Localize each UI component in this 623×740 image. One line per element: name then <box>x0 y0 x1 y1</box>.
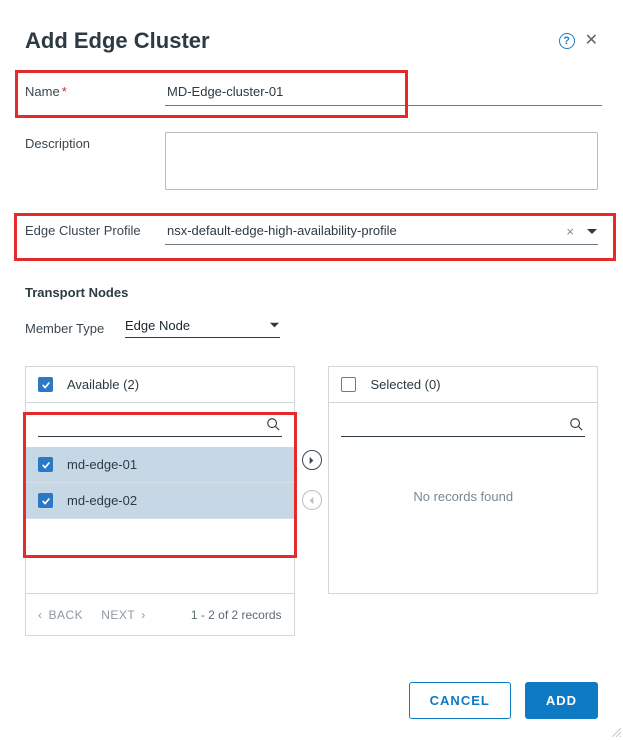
add-edge-cluster-dialog: Add Edge Cluster ? ✕ Name* Description E… <box>0 0 623 739</box>
move-left-button[interactable] <box>302 490 322 510</box>
member-type-value: Edge Node <box>125 318 269 333</box>
chevron-down-icon[interactable] <box>586 226 598 238</box>
selected-panel: Selected (0) No records found <box>328 366 598 594</box>
move-right-button[interactable] <box>302 450 322 470</box>
next-button[interactable]: NEXT <box>101 608 135 622</box>
selected-header: Selected (0) <box>329 367 597 403</box>
selected-select-all-checkbox[interactable] <box>341 377 356 392</box>
transfer-buttons <box>295 366 329 510</box>
available-panel: Available (2) md-ed <box>25 366 295 636</box>
item-label: md-edge-01 <box>67 457 137 472</box>
selected-search[interactable] <box>341 415 585 437</box>
prev-page-icon[interactable]: ‹ <box>38 608 43 622</box>
close-icon[interactable]: ✕ <box>585 33 598 49</box>
available-header: Available (2) <box>26 367 294 403</box>
selected-header-label: Selected (0) <box>370 377 440 392</box>
search-icon <box>266 417 280 431</box>
profile-row: Edge Cluster Profile × <box>25 219 598 245</box>
name-row: Name* <box>25 80 598 106</box>
next-page-icon[interactable]: › <box>141 608 146 622</box>
help-icon[interactable]: ? <box>559 33 575 49</box>
available-header-label: Available (2) <box>67 377 139 392</box>
back-button[interactable]: BACK <box>49 608 84 622</box>
record-count: 1 - 2 of 2 records <box>191 608 282 622</box>
list-item[interactable]: md-edge-02 <box>26 483 294 519</box>
name-input[interactable] <box>165 80 602 106</box>
available-search-input[interactable] <box>40 415 266 432</box>
profile-input[interactable] <box>165 219 560 244</box>
available-list: md-edge-01 md-edge-02 <box>26 447 294 519</box>
member-type-select[interactable]: Edge Node <box>125 318 280 338</box>
name-label: Name* <box>25 80 165 99</box>
transport-nodes-heading: Transport Nodes <box>25 285 598 300</box>
resize-grip[interactable] <box>609 725 621 737</box>
add-button[interactable]: ADD <box>525 682 598 719</box>
search-icon <box>569 417 583 431</box>
list-item[interactable]: md-edge-01 <box>26 447 294 483</box>
item-checkbox[interactable] <box>38 493 53 508</box>
item-label: md-edge-02 <box>67 493 137 508</box>
profile-label: Edge Cluster Profile <box>25 219 165 238</box>
dialog-header: Add Edge Cluster ? ✕ <box>25 28 598 54</box>
available-search[interactable] <box>38 415 282 437</box>
dialog-title: Add Edge Cluster <box>25 28 210 54</box>
chevron-down-icon <box>269 320 280 331</box>
available-footer: ‹ BACK NEXT › 1 - 2 of 2 records <box>26 593 294 635</box>
description-label: Description <box>25 132 165 151</box>
dialog-footer: CANCEL ADD <box>409 682 598 719</box>
available-select-all-checkbox[interactable] <box>38 377 53 392</box>
transfer-panels: Available (2) md-ed <box>25 366 598 636</box>
clear-icon[interactable]: × <box>560 224 580 239</box>
description-row: Description <box>25 132 598 193</box>
member-type-row: Member Type Edge Node <box>25 318 598 338</box>
cancel-button[interactable]: CANCEL <box>409 682 511 719</box>
item-checkbox[interactable] <box>38 457 53 472</box>
profile-combobox[interactable]: × <box>165 219 598 245</box>
empty-message: No records found <box>341 437 585 555</box>
selected-search-input[interactable] <box>343 415 569 432</box>
member-type-label: Member Type <box>25 321 125 336</box>
description-input[interactable] <box>165 132 598 190</box>
